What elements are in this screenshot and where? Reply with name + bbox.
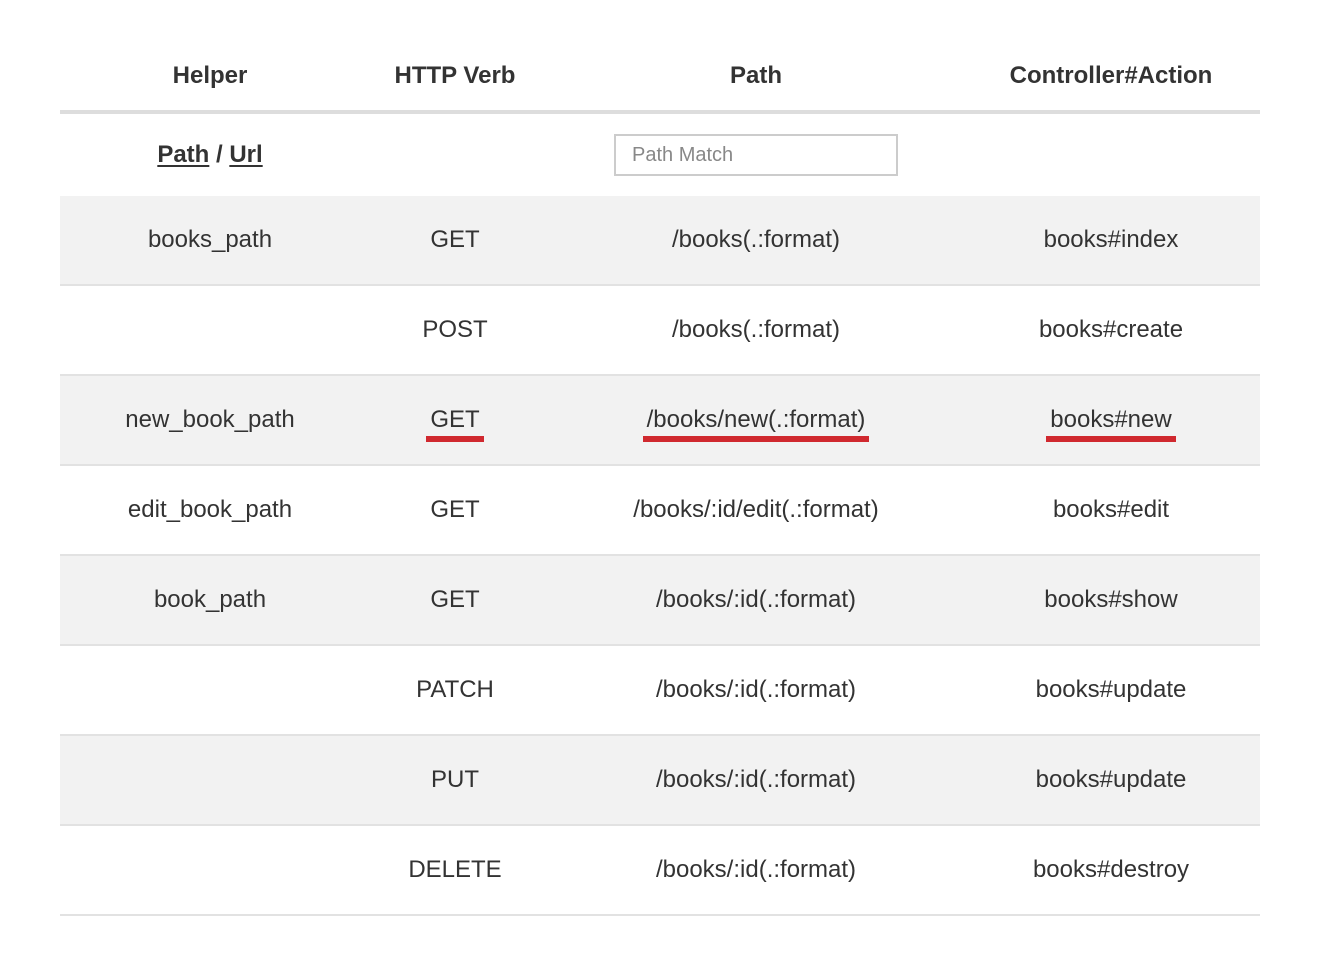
route-verb: POST [422, 316, 488, 343]
route-verb: DELETE [408, 856, 502, 883]
route-helper: new_book_path [60, 406, 360, 434]
route-row: PATCH /books/:id(.:format) books#update [60, 646, 1260, 736]
route-verb-text: GET [426, 406, 485, 442]
route-verb: GET [360, 406, 550, 442]
route-action: books#new [962, 406, 1260, 442]
table-header: Helper HTTP Verb Path Controller#Action [60, 50, 1260, 114]
route-path-text: /books/new(.:format) [642, 406, 870, 442]
helper-format-toggle: Path / Url [60, 141, 360, 169]
route-verb: PATCH [416, 676, 494, 703]
route-helper: books_path [147, 226, 273, 253]
path-filter-cell [550, 134, 962, 176]
route-path: /books/:id(.:format) [655, 676, 857, 703]
route-row: POST /books(.:format) books#create [60, 286, 1260, 376]
routes-table: Helper HTTP Verb Path Controller#Action … [60, 50, 1260, 916]
route-path: /books/:id(.:format) [655, 856, 857, 883]
url-link[interactable]: Url [229, 141, 262, 168]
route-verb: GET [430, 586, 480, 613]
header-http-verb: HTTP Verb [394, 62, 516, 89]
route-rows: books_path GET /books(.:format) books#in… [60, 196, 1260, 916]
route-path: /books(.:format) [671, 316, 841, 343]
route-verb: GET [430, 496, 480, 523]
path-match-input[interactable] [614, 134, 898, 176]
route-verb: GET [430, 226, 480, 253]
route-action: books#update [1035, 766, 1187, 793]
route-path: /books/:id/edit(.:format) [633, 496, 879, 523]
route-action: books#show [1044, 586, 1178, 613]
route-action: books#create [1038, 316, 1184, 343]
route-helper: book_path [153, 586, 267, 613]
route-path: /books/:id(.:format) [655, 586, 857, 613]
route-row: new_book_path GET /books/new(.:format) b… [60, 376, 1260, 466]
route-action: books#update [1035, 676, 1187, 703]
route-action: books#index [1043, 226, 1179, 253]
route-helper-text: new_book_path [125, 406, 295, 433]
path-link[interactable]: Path [157, 141, 209, 168]
route-action: books#destroy [1032, 856, 1190, 883]
route-row: PUT /books/:id(.:format) books#update [60, 736, 1260, 826]
route-action-text: books#new [1046, 406, 1177, 442]
route-row: edit_book_path GET /books/:id/edit(.:for… [60, 466, 1260, 556]
route-row: books_path GET /books(.:format) books#in… [60, 196, 1260, 286]
header-path: Path [729, 62, 782, 89]
route-verb: PUT [431, 766, 479, 793]
filter-row: Path / Url [60, 114, 1260, 196]
route-row: DELETE /books/:id(.:format) books#destro… [60, 826, 1260, 916]
route-path: /books/:id(.:format) [655, 766, 857, 793]
route-path: /books(.:format) [671, 226, 841, 253]
path-url-separator: / [209, 141, 230, 168]
header-helper: Helper [172, 62, 248, 89]
route-path: /books/new(.:format) [550, 406, 962, 442]
header-controller-action: Controller#Action [1009, 62, 1213, 89]
route-helper: edit_book_path [127, 496, 293, 523]
route-row: book_path GET /books/:id(.:format) books… [60, 556, 1260, 646]
route-action: books#edit [1052, 496, 1170, 523]
